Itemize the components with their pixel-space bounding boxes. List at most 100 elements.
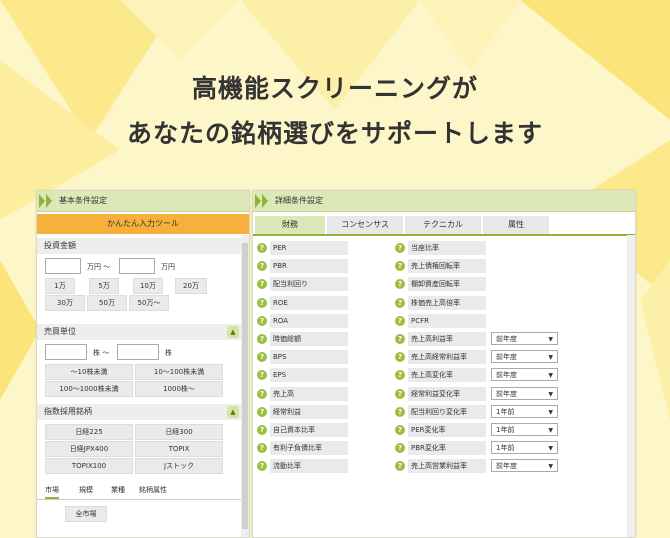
tab-attributes[interactable]: 属性 <box>483 216 549 234</box>
condition-item[interactable]: ? PBR変化率 1年前 ▼ <box>395 441 565 456</box>
100-1000-shares-button[interactable]: 100～1000株未満 <box>45 381 133 397</box>
question-icon[interactable]: ? <box>395 461 405 472</box>
condition-label[interactable]: BPS <box>270 350 348 365</box>
question-icon[interactable]: ? <box>257 461 267 472</box>
question-icon[interactable]: ? <box>257 297 267 308</box>
nikkei225-button[interactable]: 日経225 <box>45 424 133 440</box>
condition-label[interactable]: 配当利回り <box>270 277 348 292</box>
condition-label[interactable]: 棚卸資産回転率 <box>408 277 486 292</box>
question-icon[interactable]: ? <box>395 406 405 417</box>
condition-item[interactable]: ? PER <box>257 241 353 255</box>
condition-item[interactable]: ? 有利子負債比率 <box>257 441 353 456</box>
condition-item[interactable]: ? 配当利回り変化率 1年前 ▼ <box>395 404 565 419</box>
investment-20man-button[interactable]: 20万 <box>175 278 207 294</box>
condition-item[interactable]: ? 売上高営業利益率 前年度 ▼ <box>395 459 565 474</box>
condition-label[interactable]: 有利子負債比率 <box>270 441 348 456</box>
trading-unit-max-input[interactable] <box>117 344 159 360</box>
condition-label[interactable]: 自己資本比率 <box>270 423 348 437</box>
chevron-up-icon[interactable]: ▲ <box>227 406 239 418</box>
topix100-button[interactable]: TOPIX100 <box>45 458 133 474</box>
condition-label[interactable]: 売上高経常利益率 <box>408 350 486 365</box>
investment-50man-over-button[interactable]: 50万～ <box>129 295 169 311</box>
condition-label[interactable]: 売上高利益率 <box>408 332 486 346</box>
nikkei300-button[interactable]: 日経300 <box>135 424 223 440</box>
period-select[interactable]: 1年前 ▼ <box>491 404 558 418</box>
period-select[interactable]: 前年度 ▼ <box>491 386 558 400</box>
question-icon[interactable]: ? <box>395 279 405 290</box>
condition-label[interactable]: ROE <box>270 295 348 310</box>
condition-label[interactable]: PBR <box>270 259 348 274</box>
under-10-shares-button[interactable]: ～10株未満 <box>45 364 133 380</box>
period-select[interactable]: 1年前 ▼ <box>491 441 558 455</box>
condition-label[interactable]: 売上債権回転率 <box>408 259 486 274</box>
condition-item[interactable]: ? PBR <box>257 259 353 274</box>
nikkei-jpx400-button[interactable]: 日経JPX400 <box>45 441 133 457</box>
condition-label[interactable]: 経常利益変化率 <box>408 386 486 401</box>
tab-scale[interactable]: 規模 <box>79 485 93 495</box>
investment-1man-button[interactable]: 1万 <box>45 278 75 294</box>
condition-item[interactable]: ? 経常利益変化率 前年度 ▼ <box>395 386 565 401</box>
question-icon[interactable]: ? <box>257 352 267 363</box>
question-icon[interactable]: ? <box>395 261 405 272</box>
condition-label[interactable]: PER変化率 <box>408 423 486 437</box>
question-icon[interactable]: ? <box>395 443 405 454</box>
tab-market[interactable]: 市場 <box>45 485 59 499</box>
question-icon[interactable]: ? <box>395 334 405 344</box>
tab-stock-attribute[interactable]: 銘柄属性 <box>139 485 167 495</box>
question-icon[interactable]: ? <box>257 406 267 417</box>
question-icon[interactable]: ? <box>395 352 405 363</box>
condition-item[interactable]: ? 売上高 <box>257 386 353 401</box>
over-1000-shares-button[interactable]: 1000株～ <box>135 381 223 397</box>
question-icon[interactable]: ? <box>257 334 267 344</box>
10-100-shares-button[interactable]: 10～100株未満 <box>135 364 223 380</box>
jstock-button[interactable]: Jストック <box>135 458 223 474</box>
tab-industry[interactable]: 業種 <box>111 485 125 495</box>
condition-label[interactable]: 売上高変化率 <box>408 368 486 383</box>
question-icon[interactable]: ? <box>257 243 267 253</box>
condition-item[interactable]: ? 経常利益 <box>257 404 353 419</box>
question-icon[interactable]: ? <box>395 388 405 399</box>
condition-item[interactable]: ? 売上高経常利益率 前年度 ▼ <box>395 350 565 365</box>
condition-item[interactable]: ? PCFR <box>395 313 565 328</box>
question-icon[interactable]: ? <box>257 388 267 399</box>
condition-item[interactable]: ? 当座比率 <box>395 241 565 255</box>
tab-consensus[interactable]: コンセンサス <box>327 216 403 234</box>
chevron-up-icon[interactable]: ▲ <box>227 326 239 338</box>
question-icon[interactable]: ? <box>257 261 267 272</box>
condition-item[interactable]: ? 時価総額 <box>257 332 353 346</box>
investment-5man-button[interactable]: 5万 <box>89 278 119 294</box>
condition-label[interactable]: 時価総額 <box>270 332 348 346</box>
condition-label[interactable]: PBR変化率 <box>408 441 486 456</box>
topix-button[interactable]: TOPIX <box>135 441 223 457</box>
investment-10man-button[interactable]: 10万 <box>133 278 163 294</box>
condition-item[interactable]: ? 売上債権回転率 <box>395 259 565 274</box>
condition-label[interactable]: PER <box>270 241 348 255</box>
tab-technical[interactable]: テクニカル <box>405 216 481 234</box>
condition-item[interactable]: ? 売上高変化率 前年度 ▼ <box>395 368 565 383</box>
condition-label[interactable]: PCFR <box>408 313 486 328</box>
condition-label[interactable]: 売上高営業利益率 <box>408 459 486 474</box>
condition-item[interactable]: ? 配当利回り <box>257 277 353 292</box>
all-markets-button[interactable]: 全市場 <box>65 506 107 522</box>
condition-item[interactable]: ? BPS <box>257 350 353 365</box>
period-select[interactable]: 前年度 ▼ <box>491 459 558 473</box>
easy-input-tool-button[interactable]: かんたん入力ツール <box>37 214 249 234</box>
investment-30man-button[interactable]: 30万 <box>45 295 85 311</box>
question-icon[interactable]: ? <box>395 370 405 381</box>
question-icon[interactable]: ? <box>257 443 267 454</box>
condition-label[interactable]: ROA <box>270 313 348 328</box>
question-icon[interactable]: ? <box>395 315 405 326</box>
period-select[interactable]: 前年度 ▼ <box>491 350 558 364</box>
condition-label[interactable]: 流動比率 <box>270 459 348 474</box>
condition-label[interactable]: 売上高 <box>270 386 348 401</box>
condition-item[interactable]: ? 自己資本比率 <box>257 423 353 437</box>
question-icon[interactable]: ? <box>257 425 267 435</box>
question-icon[interactable]: ? <box>395 243 405 253</box>
condition-label[interactable]: 株価売上高倍率 <box>408 295 486 310</box>
condition-label[interactable]: 配当利回り変化率 <box>408 404 486 419</box>
condition-item[interactable]: ? ROA <box>257 313 353 328</box>
condition-item[interactable]: ? 流動比率 <box>257 459 353 474</box>
question-icon[interactable]: ? <box>257 370 267 381</box>
condition-label[interactable]: EPS <box>270 368 348 383</box>
investment-max-input[interactable] <box>119 258 155 274</box>
